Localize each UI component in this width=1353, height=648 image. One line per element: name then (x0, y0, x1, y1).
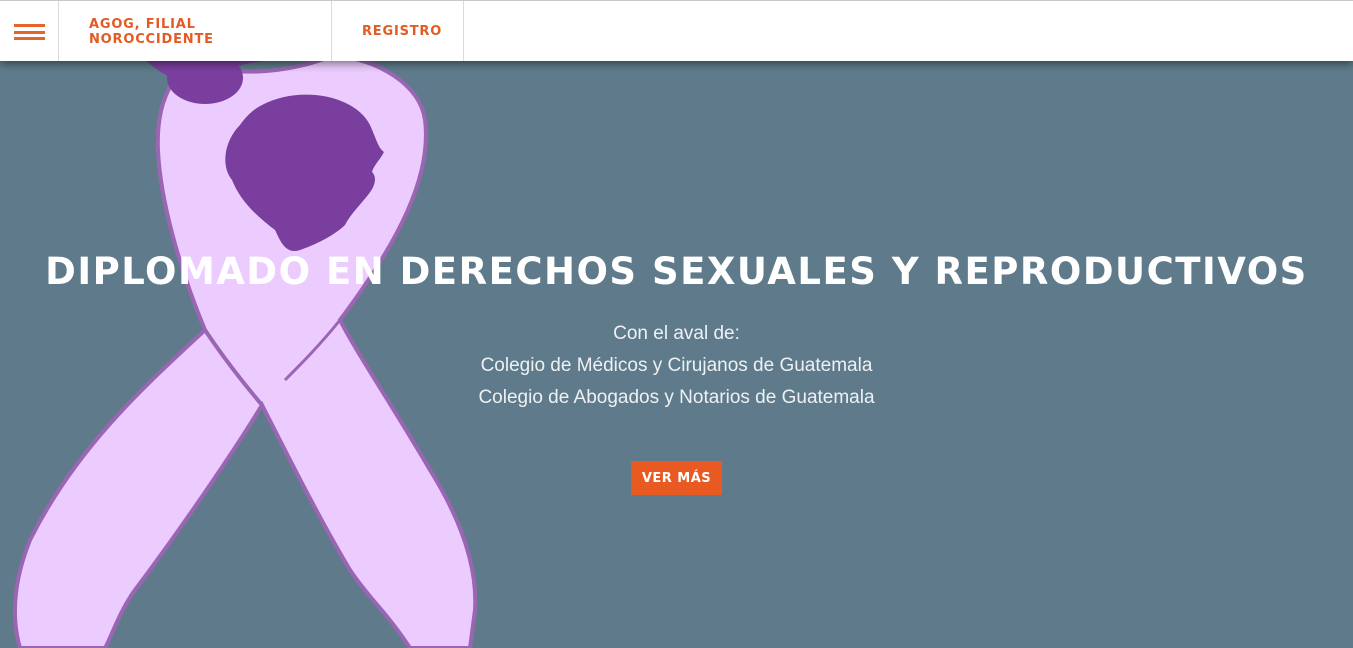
page: AGOG, FILIAL NOROCCIDENTE REGISTRO DIPLO… (0, 0, 1353, 648)
top-navigation-bar: AGOG, FILIAL NOROCCIDENTE REGISTRO (0, 0, 1353, 61)
hero-title: DIPLOMADO EN DERECHOS SEXUALES Y REPRODU… (45, 250, 1308, 293)
ver-mas-button[interactable]: VER MÁS (631, 461, 722, 495)
menu-button[interactable] (0, 1, 59, 61)
hero-section: DIPLOMADO EN DERECHOS SEXUALES Y REPRODU… (0, 0, 1353, 648)
hero-subtitle: Con el aval de: Colegio de Médicos y Cir… (0, 318, 1353, 414)
endorsement-abogados: Colegio de Abogados y Notarios de Guatem… (478, 387, 875, 408)
hamburger-menu-icon (13, 24, 45, 40)
endorsement-intro: Con el aval de: (613, 323, 740, 344)
nav-link-registro[interactable]: REGISTRO (332, 1, 464, 61)
endorsement-medicos: Colegio de Médicos y Cirujanos de Guatem… (480, 355, 873, 376)
nav-link-agog-filial[interactable]: AGOG, FILIAL NOROCCIDENTE (59, 1, 332, 61)
